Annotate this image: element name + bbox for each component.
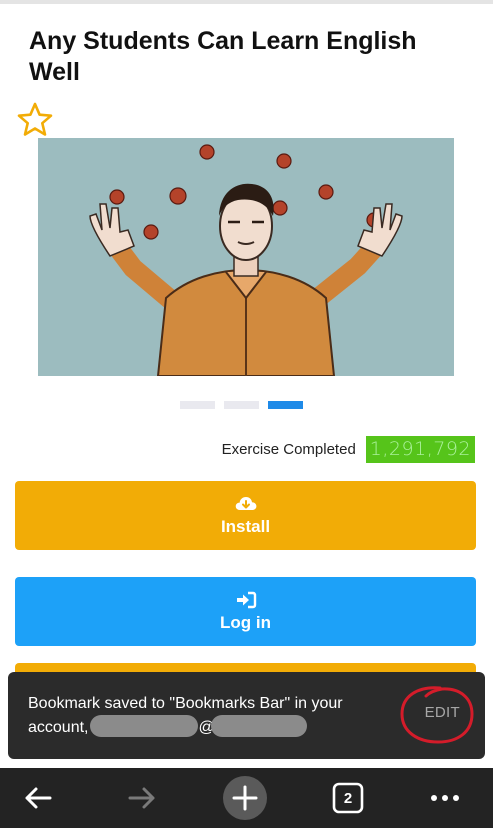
hand-drawn-circle-annotation [400, 686, 474, 744]
juggler-illustration [38, 138, 454, 376]
hero-image [38, 138, 454, 376]
carousel-indicator [180, 401, 303, 409]
install-label: Install [220, 516, 271, 536]
counter-label: Exercise Completed [221, 441, 356, 458]
back-button[interactable] [16, 768, 60, 828]
carousel-dot[interactable] [224, 401, 259, 409]
tab-count: 2 [343, 789, 353, 807]
top-divider [0, 0, 493, 4]
redacted-email-user [90, 715, 199, 737]
cloud-download-icon [235, 496, 256, 510]
page-title: Any Students Can Learn English Well [29, 27, 417, 86]
carousel-dot[interactable] [180, 401, 215, 409]
sign-in-icon [236, 591, 256, 608]
new-tab-button[interactable] [221, 768, 269, 828]
more-menu-button[interactable] [423, 768, 467, 828]
login-button[interactable]: Log in [15, 577, 476, 646]
exercise-counter: Exercise Completed 1,291,792 [222, 436, 475, 463]
forward-arrow-icon [128, 787, 155, 809]
more-icon [431, 795, 459, 801]
browser-toolbar: 2 [0, 768, 493, 828]
new-tab-icon [223, 776, 267, 820]
install-button[interactable]: Install [15, 481, 476, 550]
login-label: Log in [220, 612, 271, 632]
carousel-dot-active[interactable] [268, 401, 303, 409]
back-arrow-icon [25, 787, 52, 809]
favorite-star-icon[interactable] [16, 101, 54, 139]
toast-message: Bookmark saved to "Bookmarks Bar" in you… [28, 692, 388, 739]
forward-button[interactable] [120, 768, 164, 828]
counter-value: 1,291,792 [365, 436, 475, 463]
redacted-email-domain [210, 715, 307, 737]
tab-switcher-button[interactable]: 2 [330, 768, 366, 828]
